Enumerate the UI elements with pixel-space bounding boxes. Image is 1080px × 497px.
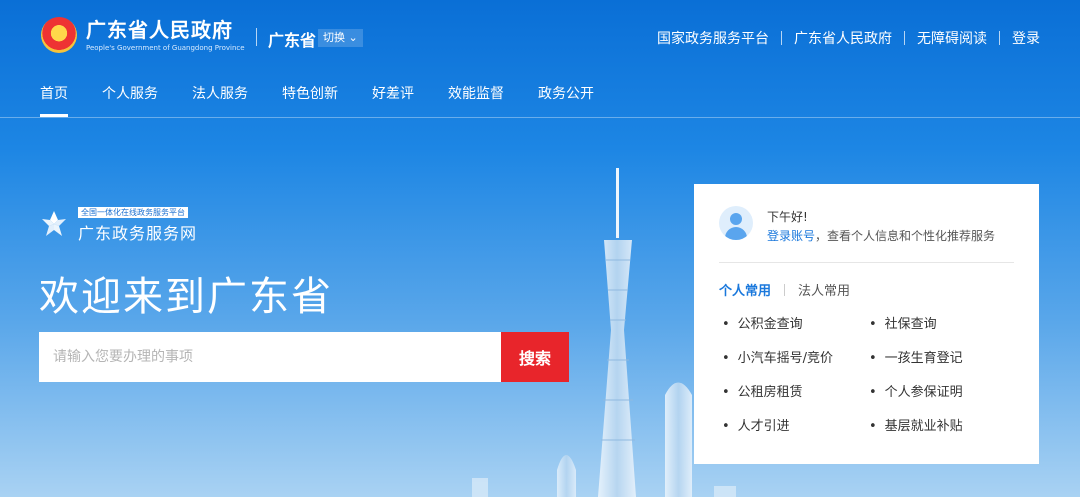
search-input[interactable] xyxy=(39,332,501,382)
platform-badge: 全国一体化在线政务服务平台 xyxy=(78,207,188,218)
search-button[interactable]: 搜索 xyxy=(501,332,569,382)
nav-corporate-services[interactable]: 法人服务 xyxy=(192,83,248,117)
link-gd-government[interactable]: 广东省人民政府 xyxy=(794,28,892,48)
list-item[interactable]: 小汽车摇号/竞价 xyxy=(722,348,869,369)
list-item[interactable]: 公租房租赁 xyxy=(722,382,869,403)
nav-supervision[interactable]: 效能监督 xyxy=(448,83,504,117)
gov-title[interactable]: 广东省人民政府 xyxy=(86,14,233,43)
nav-public-affairs[interactable]: 政务公开 xyxy=(538,83,594,117)
divider xyxy=(784,283,786,296)
top-links: 国家政务服务平台 广东省人民政府 无障碍阅读 登录 xyxy=(657,28,1040,48)
service-list: 公积金查询 社保查询 小汽车摇号/竞价 一孩生育登记 公租房租赁 个人参保证明 … xyxy=(722,314,1012,437)
link-accessibility[interactable]: 无障碍阅读 xyxy=(917,28,987,48)
region-label: 广东省 xyxy=(268,31,317,50)
nav-evaluation[interactable]: 好差评 xyxy=(372,83,414,117)
list-item[interactable]: 个人参保证明 xyxy=(869,382,1012,403)
top-header: 广东省人民政府 People's Government of Guangdong… xyxy=(0,0,1080,76)
service-tabs: 个人常用 法人常用 xyxy=(719,280,850,299)
avatar-head xyxy=(730,213,742,225)
hero-title: 欢迎来到广东省 xyxy=(39,274,333,320)
switch-label: 切换 xyxy=(323,31,345,44)
login-account-link[interactable]: 登录账号 xyxy=(767,229,815,243)
login-prompt-text: ，查看个人信息和个性化推荐服务 xyxy=(815,229,996,243)
nav-innovation[interactable]: 特色创新 xyxy=(282,83,338,117)
divider xyxy=(781,31,782,45)
tab-corporate[interactable]: 法人常用 xyxy=(798,280,850,299)
gov-subtitle: People's Government of Guangdong Provinc… xyxy=(86,44,245,52)
greeting: 下午好! xyxy=(767,210,808,224)
link-login[interactable]: 登录 xyxy=(1012,28,1040,48)
divider xyxy=(256,28,257,46)
avatar-body xyxy=(725,227,747,240)
list-item[interactable]: 社保查询 xyxy=(869,314,1012,335)
tab-personal[interactable]: 个人常用 xyxy=(719,280,771,299)
list-item[interactable]: 基层就业补贴 xyxy=(869,416,1012,437)
login-prompt: 登录账号，查看个人信息和个性化推荐服务 xyxy=(767,227,995,244)
divider xyxy=(904,31,905,45)
quick-service-panel: 下午好! 登录账号，查看个人信息和个性化推荐服务 个人常用 法人常用 公积金查询… xyxy=(694,184,1039,464)
national-emblem-icon xyxy=(41,17,77,53)
list-item[interactable]: 公积金查询 xyxy=(722,314,869,335)
panel-divider xyxy=(719,262,1014,263)
nav-home[interactable]: 首页 xyxy=(40,83,68,117)
chevron-down-icon: ⌄ xyxy=(345,31,358,44)
link-national-platform[interactable]: 国家政务服务平台 xyxy=(657,28,769,48)
list-item[interactable]: 人才引进 xyxy=(722,416,869,437)
main-nav: 首页 个人服务 法人服务 特色创新 好差评 效能监督 政务公开 xyxy=(40,83,628,117)
region-switch-button[interactable]: 切换 ⌄ xyxy=(318,29,363,47)
flower-logo-icon xyxy=(42,211,66,236)
divider xyxy=(999,31,1000,45)
nav-divider xyxy=(0,117,1080,118)
nav-personal-services[interactable]: 个人服务 xyxy=(102,83,158,117)
avatar-icon xyxy=(719,206,753,240)
brand-name: 广东政务服务网 xyxy=(78,224,198,243)
list-item[interactable]: 一孩生育登记 xyxy=(869,348,1012,369)
